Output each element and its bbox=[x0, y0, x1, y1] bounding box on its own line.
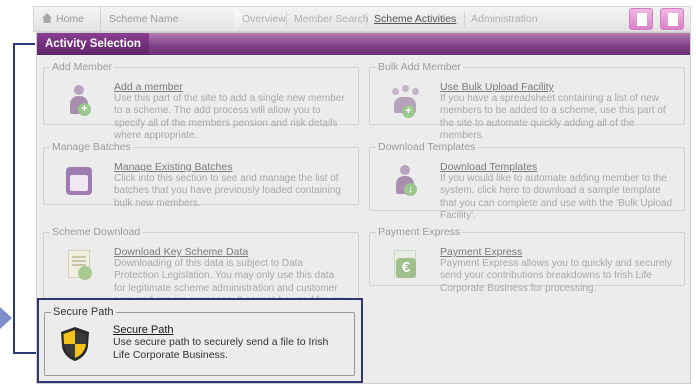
section-legend: Manage Batches bbox=[52, 141, 131, 153]
document-button[interactable] bbox=[629, 8, 653, 30]
documents-button[interactable] bbox=[660, 8, 684, 30]
nav-divider bbox=[366, 12, 367, 26]
panel-header: Activity Selection bbox=[37, 33, 690, 55]
section-bulk-add-member: Bulk Add Member + Use Bulk Upload Facili… bbox=[369, 61, 685, 141]
nav-link-overview[interactable]: Overview bbox=[242, 7, 286, 31]
section-manage-batches: Manage Batches Manage Existing Batches C… bbox=[43, 141, 359, 209]
add-group-icon: + bbox=[390, 85, 420, 119]
section-description: Click into this section to see and manag… bbox=[114, 173, 341, 209]
section-legend: Bulk Add Member bbox=[378, 61, 461, 73]
batch-icon bbox=[64, 165, 94, 199]
breadcrumb-home[interactable]: Home bbox=[42, 7, 84, 31]
download-person-icon: ↓ bbox=[390, 165, 420, 199]
section-legend: Secure Path bbox=[53, 306, 114, 318]
section-legend: Download Templates bbox=[378, 141, 476, 153]
section-description: If you would like to automate adding mem… bbox=[440, 173, 673, 222]
download-templates-link[interactable]: Download Templates bbox=[440, 161, 674, 173]
manage-batches-link[interactable]: Manage Existing Batches bbox=[114, 161, 348, 173]
section-scheme-download: Scheme Download Download Key Scheme Data… bbox=[43, 226, 359, 319]
section-add-member: Add Member + Add a member Use this part … bbox=[43, 61, 359, 141]
connector-line bbox=[13, 43, 35, 45]
payment-express-link[interactable]: Payment Express bbox=[440, 246, 674, 258]
nav-divider bbox=[286, 12, 287, 26]
nav-divider bbox=[464, 12, 465, 26]
top-navigation-bar: Home Scheme Name Overview Member Search … bbox=[33, 6, 691, 32]
section-description: If you have a spreadsheet containing a l… bbox=[440, 93, 666, 142]
document-icon bbox=[637, 13, 647, 26]
section-description: Use secure path to securely send a file … bbox=[113, 336, 329, 361]
breadcrumb-scheme[interactable]: Scheme Name bbox=[100, 7, 238, 31]
shield-icon bbox=[61, 327, 89, 361]
download-document-icon bbox=[64, 250, 94, 284]
section-payment-express: Payment Express € Payment Express Paymen… bbox=[369, 226, 685, 294]
connector-line bbox=[13, 44, 15, 354]
secure-path-link[interactable]: Secure Path bbox=[113, 324, 344, 336]
section-legend: Add Member bbox=[52, 61, 113, 73]
download-scheme-data-link[interactable]: Download Key Scheme Data bbox=[114, 246, 348, 258]
connector-line bbox=[13, 352, 37, 354]
section-secure-path: Secure Path Secure Path Use secure path … bbox=[44, 306, 355, 376]
bulk-upload-link[interactable]: Use Bulk Upload Facility bbox=[440, 81, 674, 93]
section-legend: Payment Express bbox=[378, 226, 461, 238]
panel-title: Activity Selection bbox=[37, 33, 149, 55]
breadcrumb-home-label: Home bbox=[56, 13, 85, 25]
section-description: Use this part of the site to add a singl… bbox=[114, 93, 345, 142]
add-person-icon: + bbox=[64, 85, 94, 119]
pointer-arrow-icon bbox=[0, 307, 12, 329]
section-legend: Scheme Download bbox=[52, 226, 141, 238]
home-icon bbox=[42, 13, 52, 23]
nav-link-administration[interactable]: Administration bbox=[471, 7, 538, 31]
documents-icon bbox=[668, 13, 678, 26]
nav-link-scheme-activities[interactable]: Scheme Activities bbox=[374, 7, 456, 31]
nav-link-member-search[interactable]: Member Search bbox=[294, 7, 369, 31]
euro-document-icon: € bbox=[390, 250, 420, 284]
section-description: Payment Express allows you to quickly an… bbox=[440, 258, 672, 294]
add-member-link[interactable]: Add a member bbox=[114, 81, 348, 93]
section-download-templates: Download Templates ↓ Download Templates … bbox=[369, 141, 685, 221]
secure-path-highlight: Secure Path Secure Path Use secure path … bbox=[37, 298, 363, 383]
